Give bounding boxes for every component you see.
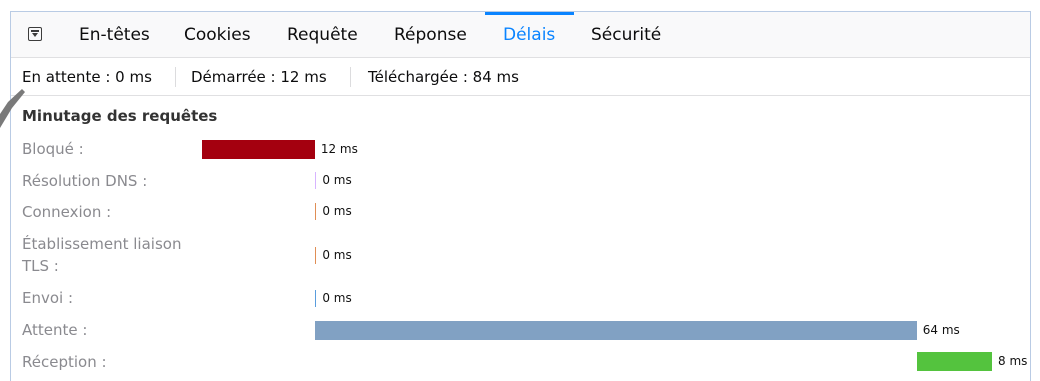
timing-value-blocked: 12 ms (320, 142, 358, 156)
timing-bar-send (314, 289, 317, 307)
tab-security[interactable]: Sécurité (591, 12, 661, 57)
tab-request[interactable]: Requête (287, 12, 358, 57)
timing-label-dns: Résolution DNS : (22, 172, 148, 190)
timing-bar-blocked (202, 139, 315, 159)
timing-label-receive: Réception : (22, 353, 107, 371)
timing-label-blocked: Bloqué : (22, 140, 84, 158)
tab-timings[interactable]: Délais (503, 12, 555, 57)
tab-cookies[interactable]: Cookies (184, 12, 251, 57)
summary-divider (175, 67, 176, 87)
timing-value-connect: 0 ms (322, 204, 352, 218)
tab-bar: En-têtes Cookies Requête Réponse Délais … (11, 12, 1030, 58)
timing-label-connect: Connexion : (22, 203, 112, 221)
collapse-panel-icon[interactable] (28, 27, 42, 41)
timing-bar-connect (314, 202, 317, 220)
summary-started: Démarrée : 12 ms (191, 68, 327, 86)
tab-headers[interactable]: En-têtes (79, 12, 150, 57)
timing-value-wait: 64 ms (922, 323, 960, 337)
timing-bar-dns (314, 171, 317, 189)
timing-value-tls: 0 ms (322, 248, 352, 262)
timing-bar-receive (916, 351, 992, 371)
section-title: Minutage des requêtes (22, 107, 218, 125)
timing-bar-wait (314, 320, 917, 340)
timing-label-wait: Attente : (22, 321, 88, 339)
timing-bar-tls (314, 246, 317, 264)
timing-value-dns: 0 ms (322, 173, 352, 187)
summary-waiting: En attente : 0 ms (22, 68, 152, 86)
tab-response[interactable]: Réponse (394, 12, 467, 57)
timing-summary: En attente : 0 ms Démarrée : 12 ms Téléc… (11, 58, 1030, 96)
summary-divider (350, 67, 351, 87)
timing-label-tls: Établissement liaison TLS : (22, 235, 182, 275)
callout-arrow (0, 89, 25, 128)
timings-panel: En-têtes Cookies Requête Réponse Délais … (10, 11, 1031, 381)
timing-value-receive: 8 ms (998, 354, 1028, 368)
timing-label-send: Envoi : (22, 289, 74, 307)
summary-downloaded: Téléchargée : 84 ms (368, 68, 519, 86)
timing-value-send: 0 ms (322, 291, 352, 305)
